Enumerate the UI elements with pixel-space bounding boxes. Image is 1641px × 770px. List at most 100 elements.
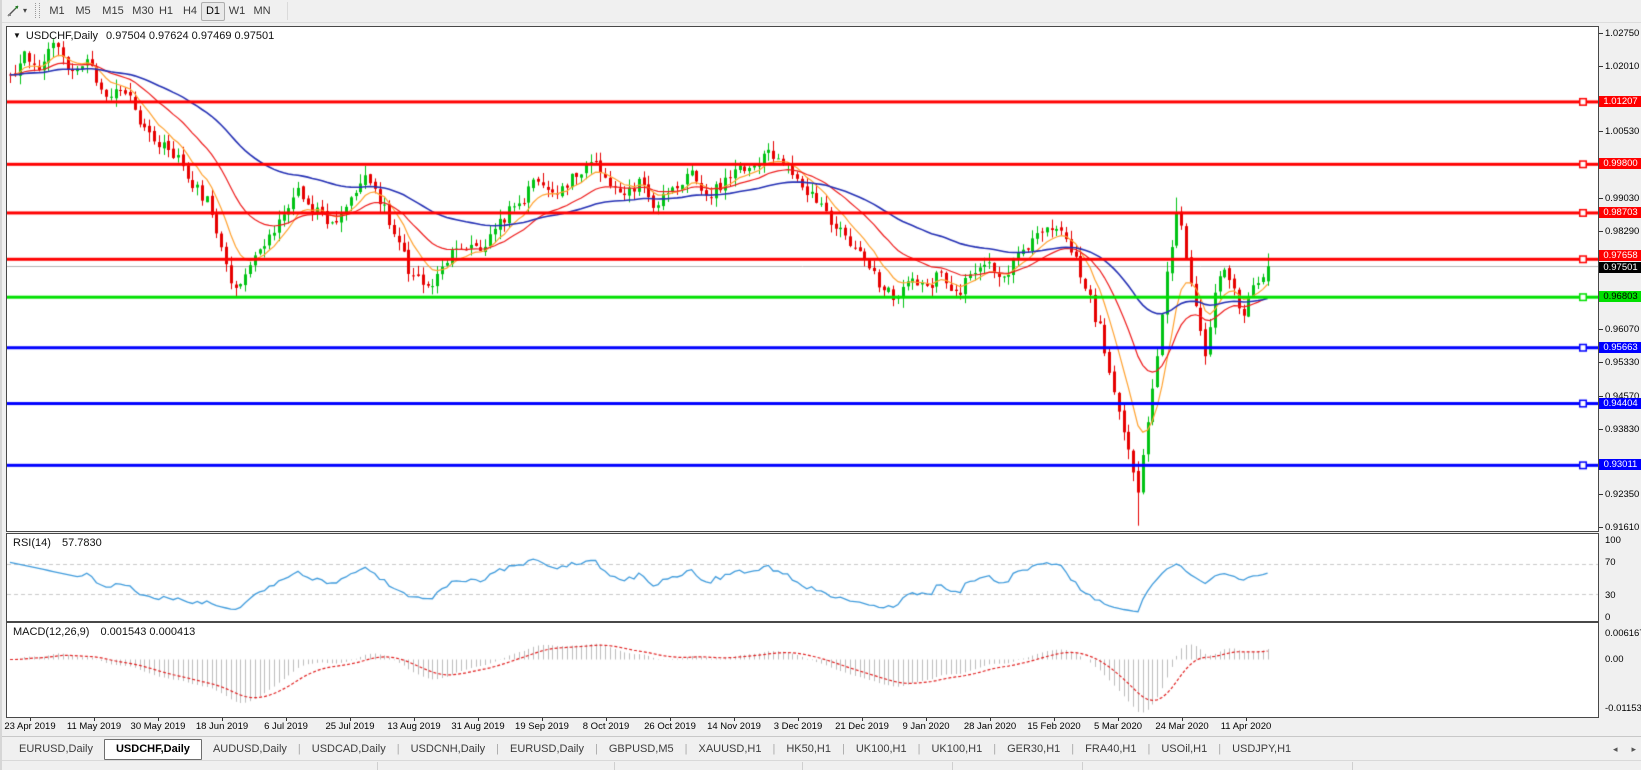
price-chart-panel: ▼ USDCHF,Daily 0.97504 0.97624 0.97469 0.9… [6, 26, 1599, 532]
timeframe-button-m5[interactable]: M5 [70, 2, 96, 21]
price-tick-dash [1599, 66, 1603, 67]
timeframe-button-d1[interactable]: D1 [201, 2, 225, 21]
price-line-label: 0.93011 [1599, 459, 1641, 470]
timeframe-button-mn[interactable]: MN [249, 2, 275, 21]
date-tick-label: 8 Oct 2019 [582, 721, 630, 732]
price-tick-dash [1599, 494, 1603, 495]
price-tick-dash [1599, 329, 1603, 330]
collapse-arrow-icon[interactable]: ▼ [13, 31, 21, 40]
date-tick-label: 13 Aug 2019 [387, 721, 441, 732]
chart-tab-hk50-8[interactable]: HK50,H1 [775, 739, 842, 759]
date-tick-label: 26 Oct 2019 [644, 721, 696, 732]
date-tick-label: 15 Feb 2020 [1027, 721, 1081, 732]
macd-values: 0.001543 0.000413 [100, 626, 196, 638]
price-chart-canvas[interactable] [7, 27, 1598, 531]
strip-divider [614, 762, 615, 770]
date-axis[interactable]: 23 Apr 2019 11 May 2019 30 May 2019 18 Jun … [4, 718, 1599, 734]
price-tick-dash [1599, 33, 1603, 34]
date-tick-label: 9 Jan 2020 [902, 721, 950, 732]
chart-tab-uk100-9[interactable]: UK100,H1 [845, 739, 918, 759]
chart-tab-usdchf-1[interactable]: USDCHF,Daily [103, 738, 202, 760]
chart-tool-icon[interactable] [7, 4, 20, 22]
price-tick-dash [1599, 131, 1603, 132]
chart-tab-usdcad-3[interactable]: USDCAD,Daily [301, 739, 397, 759]
tab-scroll-right-icon[interactable]: ▸ [1624, 744, 1641, 755]
dropdown-arrow-icon[interactable]: ▾ [23, 6, 27, 15]
macd-label: MACD(12,26,9) [13, 626, 90, 638]
chart-tab-xauusd-7[interactable]: XAUUSD,H1 [688, 739, 773, 759]
timeframe-button-w1[interactable]: W1 [225, 2, 249, 21]
price-tick-dash [1599, 396, 1603, 397]
date-tick-label: 5 Mar 2020 [1093, 721, 1143, 732]
current-price-label: 0.97501 [1599, 262, 1641, 273]
date-tick-label: 30 May 2019 [130, 721, 186, 732]
rsi-scale-label: 100 [1605, 535, 1621, 546]
tab-scroll-left-icon[interactable]: ◂ [1606, 744, 1625, 755]
rsi-canvas[interactable] [7, 534, 1598, 621]
timeframe-button-h4[interactable]: H4 [178, 2, 202, 21]
chart-header: ▼ USDCHF,Daily 0.97504 0.97624 0.97469 0.9… [13, 30, 274, 42]
chart-tab-bar: EURUSD,Daily USDCHF,Daily AUDUSD,Daily | USD… [2, 736, 1641, 761]
price-tick-dash [1599, 527, 1603, 528]
mt4-window: ▾ M1 M5 M15 M30 H1 H4 D1 W1 MN ▼ USDCHF,Daily 0.97… [0, 0, 1641, 770]
chart-tab-usoil-13[interactable]: USOil,H1 [1150, 739, 1218, 759]
strip-divider [952, 762, 953, 770]
chart-tab-eurusd-0[interactable]: EURUSD,Daily [8, 739, 104, 759]
rsi-label: RSI(14) [13, 537, 51, 549]
toolbar-separator [287, 2, 288, 20]
macd-scale-label: 0.00 [1605, 654, 1624, 665]
price-tick-label: 0.95330 [1605, 357, 1640, 368]
date-tick-label: 24 Mar 2020 [1155, 721, 1209, 732]
rsi-scale-label: 70 [1605, 557, 1616, 568]
chart-tab-ger30-11[interactable]: GER30,H1 [996, 739, 1071, 759]
price-tick-label: 0.92350 [1605, 489, 1640, 500]
price-line-label: 0.94404 [1599, 398, 1641, 409]
chart-tab-fra40-12[interactable]: FRA40,H1 [1074, 739, 1147, 759]
price-tick-dash [1599, 362, 1603, 363]
chart-tab-usdjpy-14[interactable]: USDJPY,H1 [1221, 739, 1302, 759]
toolbar-grip [35, 3, 40, 18]
price-tick-label: 0.93830 [1605, 424, 1640, 435]
price-line-label: 0.97658 [1599, 250, 1641, 261]
date-tick-label: 11 Apr 2020 [1220, 721, 1272, 732]
price-tick-label: 0.98290 [1605, 226, 1640, 237]
status-strip [2, 760, 1641, 770]
price-axis: 1.02750 1.02010 1.00530 0.99030 0.98290 0.960… [1599, 26, 1641, 718]
chart-tab-usdcnh-4[interactable]: USDCNH,Daily [400, 739, 497, 759]
timeframe-button-h1[interactable]: H1 [154, 2, 178, 21]
chart-tab-uk100-10[interactable]: UK100,H1 [920, 739, 993, 759]
chart-ohlc-values: 0.97504 0.97624 0.97469 0.97501 [106, 30, 275, 42]
rsi-value: 57.7830 [61, 537, 102, 549]
chart-tab-eurusd-5[interactable]: EURUSD,Daily [499, 739, 595, 759]
macd-canvas[interactable] [7, 623, 1598, 717]
timeframe-toolbar: ▾ M1 M5 M15 M30 H1 H4 D1 W1 MN [2, 0, 1641, 23]
price-tick-label: 1.00530 [1605, 126, 1640, 137]
price-tick-dash [1599, 429, 1603, 430]
date-tick-label: 14 Nov 2019 [707, 721, 761, 732]
chart-symbol-label: USDCHF,Daily [25, 30, 99, 42]
strip-divider [802, 762, 803, 770]
price-line-label: 0.96803 [1599, 291, 1641, 302]
timeframe-button-m1[interactable]: M1 [44, 2, 70, 21]
price-tick-label: 1.02010 [1605, 61, 1640, 72]
price-line-label: 0.95663 [1599, 342, 1641, 353]
chart-tab-audusd-2[interactable]: AUDUSD,Daily [202, 739, 298, 759]
price-tick-label: 1.02750 [1605, 28, 1640, 39]
chart-tab-gbpusd-6[interactable]: GBPUSD,M5 [598, 739, 685, 759]
price-tick-label: 0.91610 [1605, 522, 1640, 533]
rsi-header: RSI(14) 57.7830 [13, 537, 102, 549]
date-tick-label: 18 Jun 2019 [195, 721, 249, 732]
date-tick-label: 23 Apr 2019 [4, 721, 56, 732]
date-tick-label: 28 Jan 2020 [963, 721, 1017, 732]
macd-scale-label: -0.011531 [1605, 703, 1641, 714]
rsi-scale-label: 0 [1605, 612, 1611, 623]
macd-indicator-panel: MACD(12,26,9) 0.001543 0.000413 [6, 622, 1599, 718]
date-tick-label: 3 Dec 2019 [773, 721, 823, 732]
price-line-label: 0.98703 [1599, 207, 1641, 218]
price-tick-label: 0.99030 [1605, 193, 1640, 204]
price-tick-label: 0.96070 [1605, 324, 1640, 335]
price-line-label: 1.01207 [1599, 96, 1641, 107]
date-tick-label: 31 Aug 2019 [451, 721, 505, 732]
timeframe-button-m15[interactable]: M15 [98, 2, 128, 21]
date-tick-label: 11 May 2019 [66, 721, 122, 732]
